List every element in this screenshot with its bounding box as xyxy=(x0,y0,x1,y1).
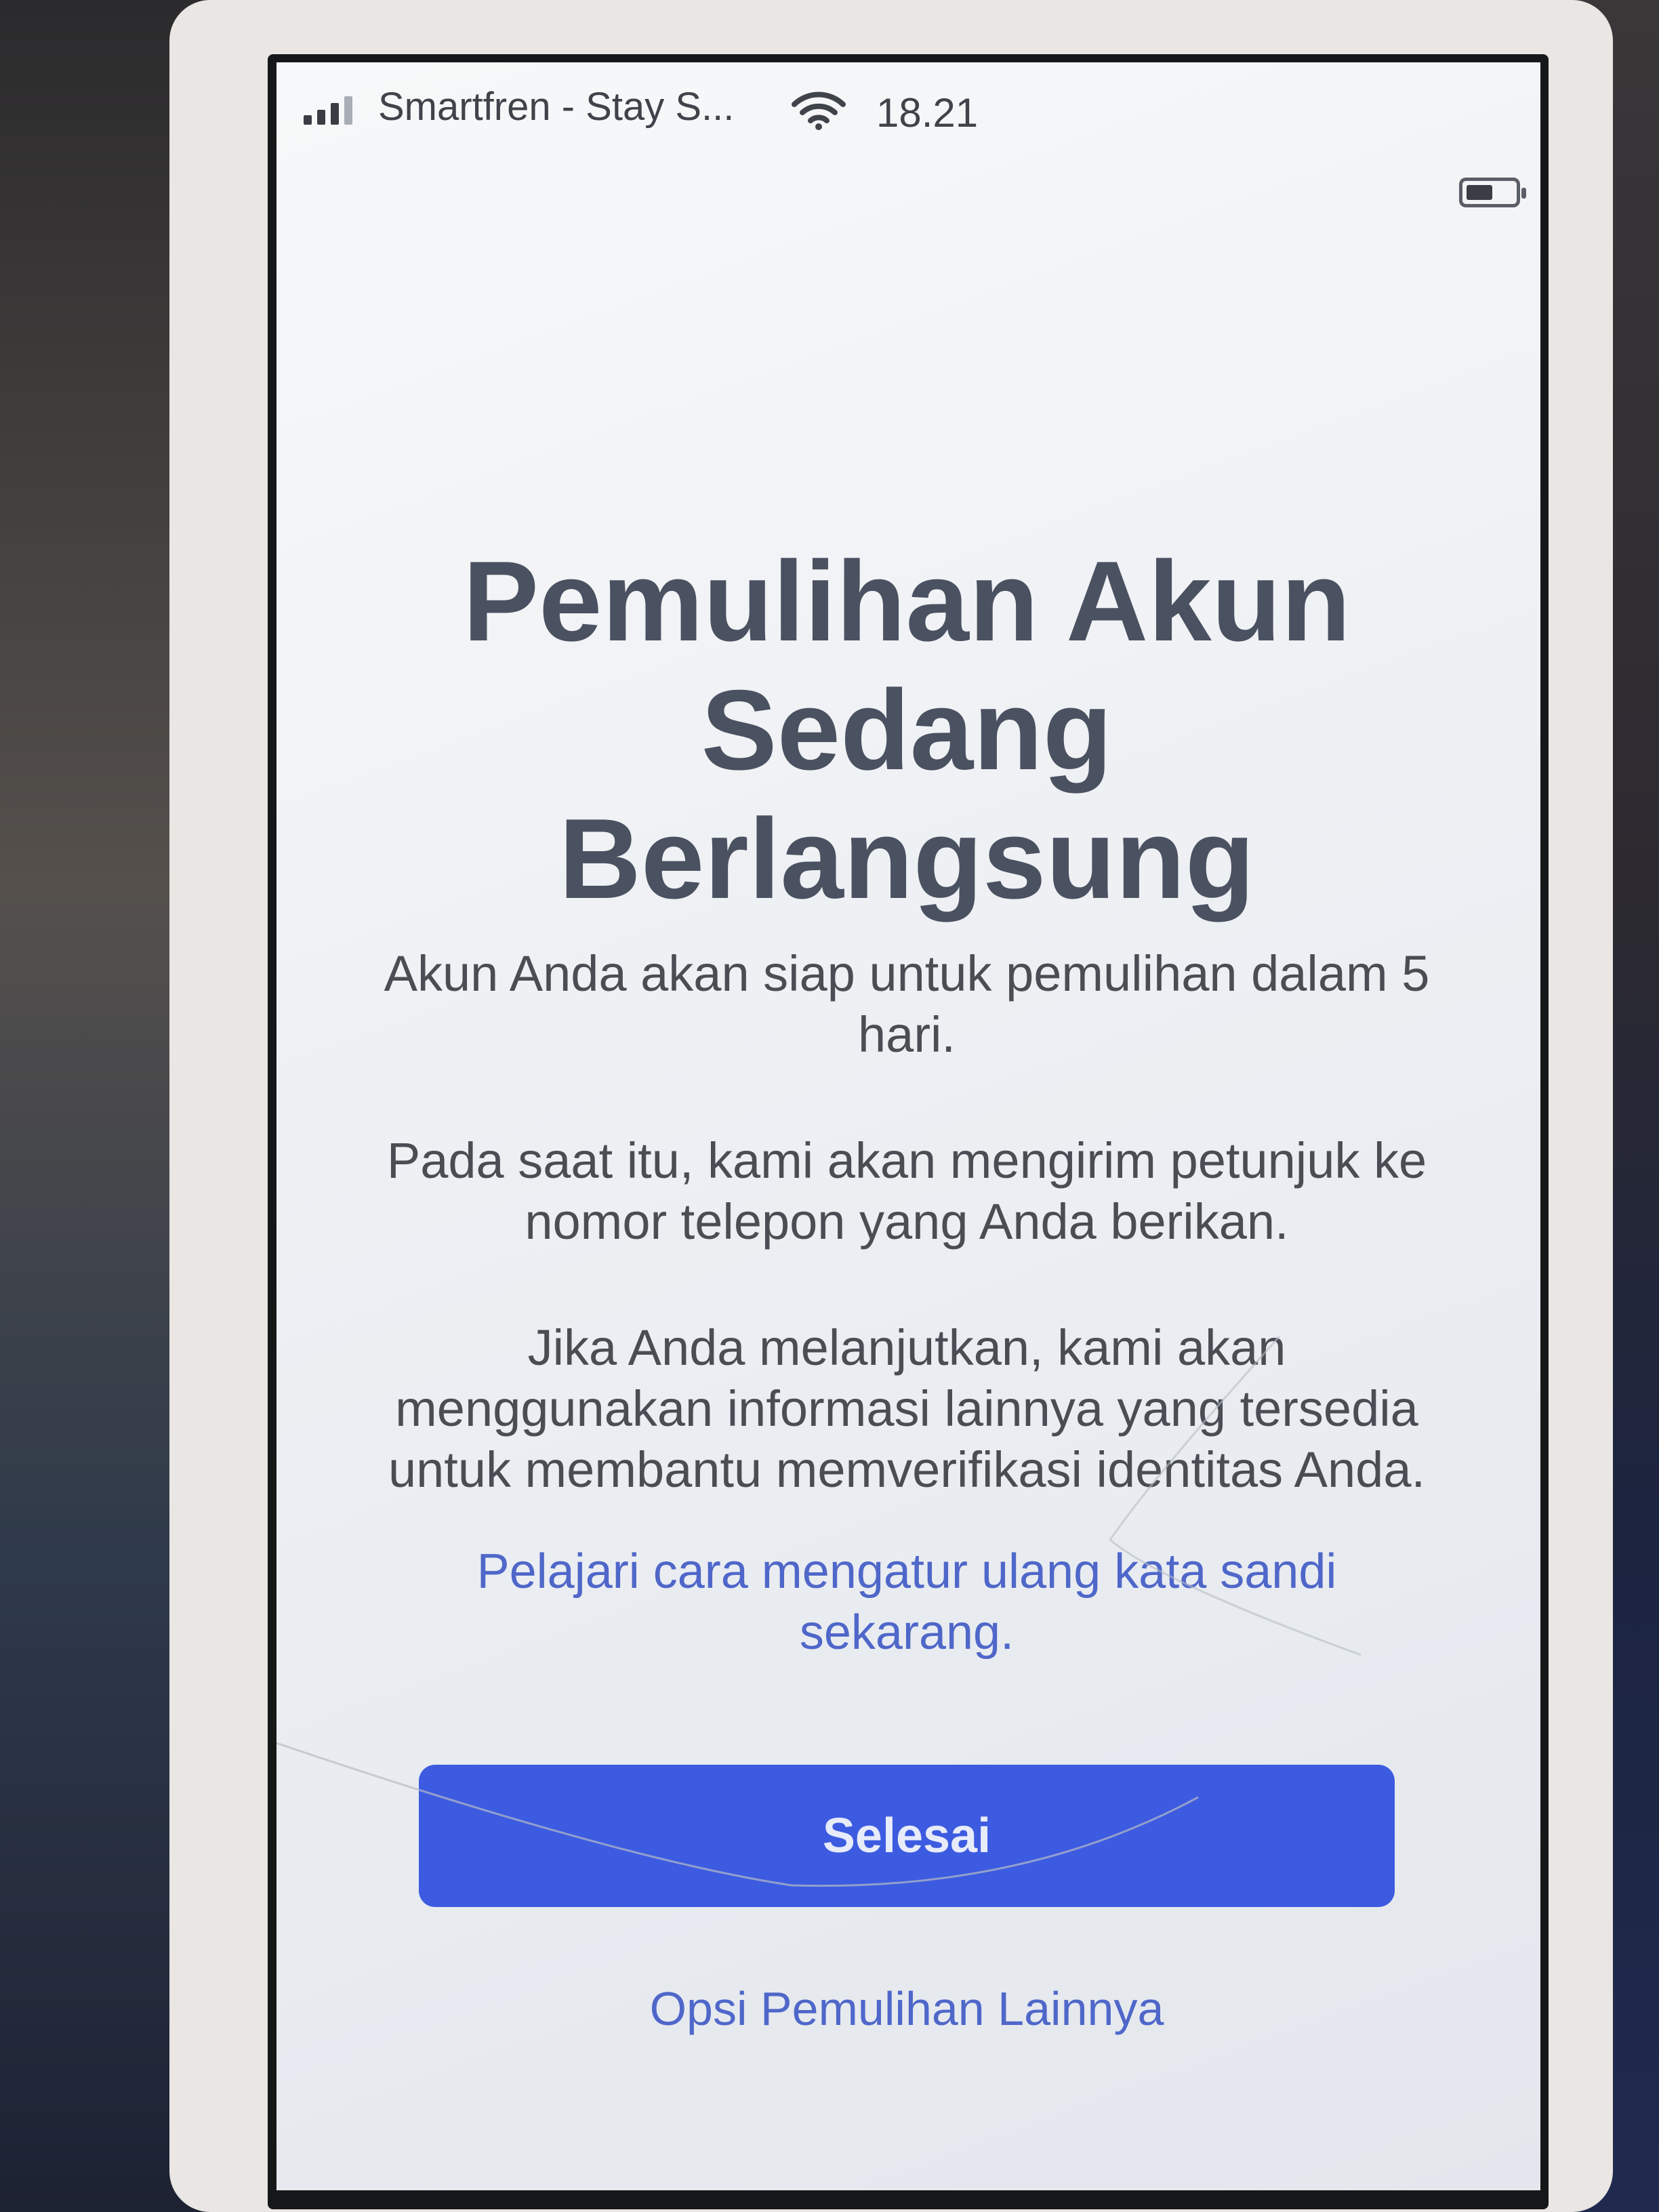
learn-reset-password-link[interactable]: Pelajari cara mengatur ulang kata sandi … xyxy=(371,1541,1442,1663)
page-title: Pemulihan Akun Sedang Berlangsung xyxy=(371,537,1442,923)
signal-icon xyxy=(304,95,352,125)
status-time: 18.21 xyxy=(876,90,979,136)
phone-screen: Smartfren - Stay S... 18.21 Pemulihan Ak… xyxy=(276,62,1540,2190)
title-line-2: Sedang xyxy=(701,666,1113,794)
battery-icon xyxy=(1459,178,1526,207)
wifi-icon xyxy=(792,91,846,130)
done-button[interactable]: Selesai xyxy=(419,1765,1395,1907)
carrier-name: Smartfren - Stay S... xyxy=(378,85,735,129)
status-bar: Smartfren - Stay S... 18.21 xyxy=(276,62,1540,207)
title-line-3: Berlangsung xyxy=(558,795,1255,922)
verification-text: Jika Anda melanjutkan, kami akan menggun… xyxy=(388,1319,1426,1498)
title-line-1: Pemulihan Akun xyxy=(463,537,1351,665)
instructions-text: Pada saat itu, kami akan mengirim petunj… xyxy=(386,1132,1427,1250)
recovery-content: Pemulihan Akun Sedang Berlangsung Akun A… xyxy=(371,537,1442,2036)
other-recovery-options-link[interactable]: Opsi Pemulihan Lainnya xyxy=(371,1982,1442,2036)
recovery-wait-text: Akun Anda akan siap untuk pemulihan dala… xyxy=(384,945,1430,1063)
